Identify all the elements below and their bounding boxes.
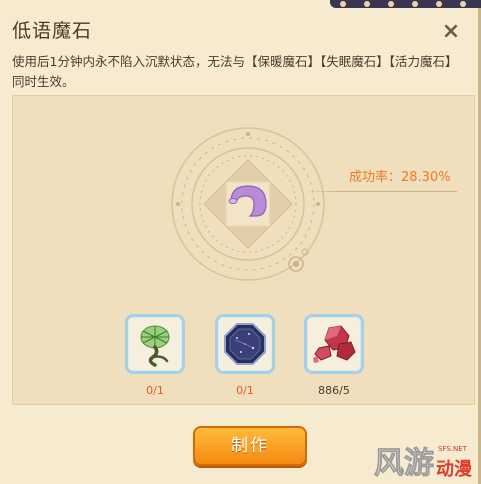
herb-plant-icon — [140, 325, 170, 367]
material-slot-frame[interactable] — [215, 314, 275, 374]
magic-circle — [171, 127, 325, 281]
site-watermark-logo: 风游 动漫 SFS.NET — [374, 445, 473, 481]
dialog-title: 低语魔石 — [12, 20, 93, 42]
material-count: 0/1 — [146, 384, 164, 397]
craft-dialog: 低语魔石 × 使用后1分钟内永不陷入沉默状态，无法与【保暖魔石】【失眠魔石】【活… — [0, 0, 481, 484]
material-count: 0/1 — [236, 384, 254, 397]
material-count: 886/5 — [318, 384, 350, 397]
material-slot-1[interactable]: 0/1 — [125, 314, 185, 397]
svg-text:动漫: 动漫 — [436, 459, 473, 480]
top-decoration-bar — [330, 0, 481, 8]
craft-area: 成功率：28.30% 0/1 0/1 886/5 — [12, 95, 475, 405]
decor-dot — [388, 1, 394, 7]
rate-divider — [307, 191, 457, 192]
item-description: 使用后1分钟内永不陷入沉默状态，无法与【保暖魔石】【失眠魔石】【活力魔石】同时生… — [12, 54, 458, 89]
decor-dot — [412, 1, 418, 7]
decor-dot — [340, 1, 346, 7]
material-slot-2[interactable]: 0/1 — [215, 314, 275, 397]
svg-text:风游: 风游 — [374, 446, 434, 481]
red-ore-icon — [313, 325, 356, 363]
svg-text:SFS.NET: SFS.NET — [438, 445, 468, 453]
material-slot-frame[interactable] — [304, 314, 364, 374]
success-rate: 成功率：28.30% — [349, 170, 451, 185]
dark-crystal-icon — [224, 323, 266, 365]
material-slot-frame[interactable] — [125, 314, 185, 374]
decor-dot — [436, 1, 442, 7]
decor-dot — [364, 1, 370, 7]
make-button[interactable]: 制作 — [193, 426, 307, 466]
material-slot-3[interactable]: 886/5 — [304, 314, 364, 397]
decor-dot — [460, 1, 466, 7]
close-button[interactable]: × — [438, 20, 464, 46]
